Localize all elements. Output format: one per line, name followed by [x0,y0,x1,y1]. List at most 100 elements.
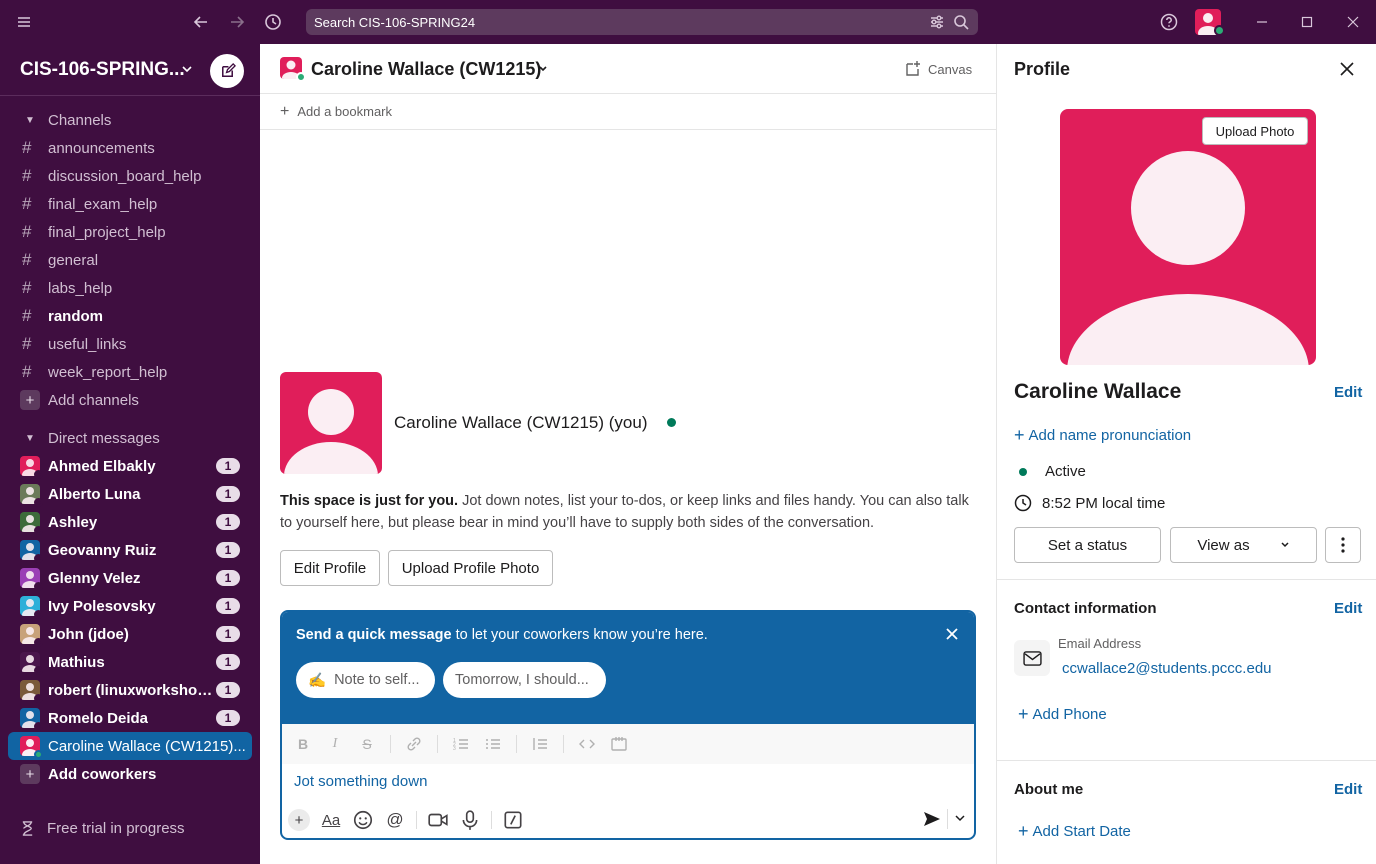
profile-header: Profile [997,44,1376,94]
strikethrough-icon[interactable]: S [358,736,376,752]
send-icon[interactable] [922,809,942,829]
edit-profile-button[interactable]: Edit Profile [280,550,380,586]
presence-dot [34,694,43,703]
unread-badge: 1 [216,486,240,502]
sidebar-item-channel[interactable]: # random [8,302,252,330]
italic-icon[interactable]: I [326,736,344,752]
blockquote-icon[interactable] [531,735,549,753]
close-icon[interactable] [944,626,960,642]
unread-badge: 1 [216,598,240,614]
chevron-down-icon[interactable] [538,64,548,74]
chevron-down-icon[interactable] [180,62,194,76]
formatting-toggle-icon[interactable]: Aa [320,809,342,831]
chevron-down-icon[interactable] [954,812,966,824]
hash-icon: # [22,166,32,185]
add-name-pronunciation-link[interactable]: + Add name pronunciation [1014,425,1191,446]
more-actions-button[interactable] [1325,527,1361,563]
search-filter-icon[interactable] [928,13,946,31]
dm-name: Ivy Polesovsky [48,597,156,615]
back-arrow-icon[interactable] [189,10,213,34]
ordered-list-icon[interactable]: 123 [452,735,470,753]
direct-messages-section-toggle[interactable]: ▼ Direct messages [8,424,252,452]
sidebar-item-channel[interactable]: # week_report_help [8,358,252,386]
view-as-label: View as [1197,536,1250,554]
set-status-button[interactable]: Set a status [1014,527,1161,563]
svg-text:3: 3 [453,746,456,752]
hash-icon: # [22,334,32,353]
microphone-icon[interactable] [459,809,481,831]
search-bar[interactable]: Search CIS-106-SPRING24 [306,9,978,35]
sidebar-item-channel[interactable]: # useful_links [8,330,252,358]
code-block-icon[interactable] [610,735,628,753]
message-input[interactable]: Jot something down [294,773,427,790]
sidebar-item-channel[interactable]: # final_project_help [8,218,252,246]
presence-active-dot [34,750,43,759]
presence-active-dot [1214,25,1225,36]
edit-name-link[interactable]: Edit [1334,384,1362,401]
add-channels-button[interactable]: + Add channels [8,386,252,414]
emoji-icon[interactable] [352,809,374,831]
help-icon[interactable] [1157,10,1181,34]
history-clock-icon[interactable] [261,10,285,34]
slash-command-icon[interactable] [502,809,524,831]
plus-icon[interactable]: + [288,809,310,831]
intro-name[interactable]: Caroline Wallace (CW1215) (you) [394,413,648,433]
channel-name: random [48,307,104,325]
link-icon[interactable] [405,735,423,753]
channel-title[interactable]: Caroline Wallace (CW1215) [311,59,541,80]
workspace-name[interactable]: CIS-106-SPRING... [20,59,185,81]
sidebar-item-dm[interactable]: John (jdoe) 1 [8,620,252,648]
edit-contact-link[interactable]: Edit [1334,600,1362,617]
toolbar-divider [390,735,391,753]
add-bookmark-button[interactable]: + Add a bookmark [260,94,996,130]
add-coworkers-button[interactable]: + Add coworkers [8,760,252,788]
upload-profile-photo-button[interactable]: Upload Profile Photo [388,550,553,586]
sidebar-item-dm[interactable]: Ivy Polesovsky 1 [8,592,252,620]
free-trial-status[interactable]: Free trial in progress [20,820,185,837]
window-close-icon[interactable] [1341,10,1365,34]
add-start-date-link[interactable]: + Add Start Date [1018,821,1131,842]
add-phone-link[interactable]: + Add Phone [1018,704,1107,725]
canvas-button[interactable]: Canvas [904,60,972,78]
sidebar-item-dm[interactable]: Glenny Velez 1 [8,564,252,592]
sidebar-item-channel[interactable]: # general [8,246,252,274]
sidebar-item-channel[interactable]: # announcements [8,134,252,162]
vertical-ellipsis-icon [1341,537,1345,553]
hash-icon: # [22,222,32,241]
sidebar-item-dm[interactable]: robert (linuxworkshop... 1 [8,676,252,704]
caret-down-icon: ▼ [25,432,35,444]
video-icon[interactable] [427,809,449,831]
edit-about-link[interactable]: Edit [1334,781,1362,798]
close-icon[interactable] [1338,60,1356,78]
menu-icon[interactable] [12,10,36,34]
sidebar-item-dm[interactable]: Geovanny Ruiz 1 [8,536,252,564]
sidebar-item-dm[interactable]: Ahmed Elbakly 1 [8,452,252,480]
sidebar-item-dm[interactable]: Romelo Deida 1 [8,704,252,732]
sidebar-item-channel[interactable]: # discussion_board_help [8,162,252,190]
mention-icon[interactable]: @ [384,809,406,831]
minimize-icon[interactable] [1250,10,1274,34]
sidebar-item-dm[interactable]: Ashley 1 [8,508,252,536]
hash-icon: # [22,138,32,157]
sidebar-item-dm[interactable]: Mathius 1 [8,648,252,676]
upload-photo-button[interactable]: Upload Photo [1202,117,1308,145]
sidebar-item-self-dm[interactable]: Caroline Wallace (CW1215)... [8,732,252,760]
compose-icon [221,62,236,77]
compose-button[interactable] [210,54,244,88]
forward-arrow-icon[interactable] [225,10,249,34]
channels-section-toggle[interactable]: ▼ Channels [8,106,252,134]
divider [997,760,1376,761]
sidebar-item-channel[interactable]: # final_exam_help [8,190,252,218]
maximize-icon[interactable] [1295,10,1319,34]
sidebar-item-dm[interactable]: Alberto Luna 1 [8,480,252,508]
tomorrow-chip[interactable]: Tomorrow, I should... [443,662,606,698]
formatting-toolbar: B I S 123 [282,724,974,764]
note-to-self-chip[interactable]: ✍️ Note to self... [296,662,435,698]
code-icon[interactable] [578,735,596,753]
email-link[interactable]: ccwallace2@students.pccc.edu [1062,660,1272,677]
bullet-list-icon[interactable] [484,735,502,753]
view-as-button[interactable]: View as [1170,527,1317,563]
sidebar-item-channel[interactable]: # labs_help [8,274,252,302]
bold-icon[interactable]: B [294,736,312,752]
search-icon[interactable] [952,13,970,31]
